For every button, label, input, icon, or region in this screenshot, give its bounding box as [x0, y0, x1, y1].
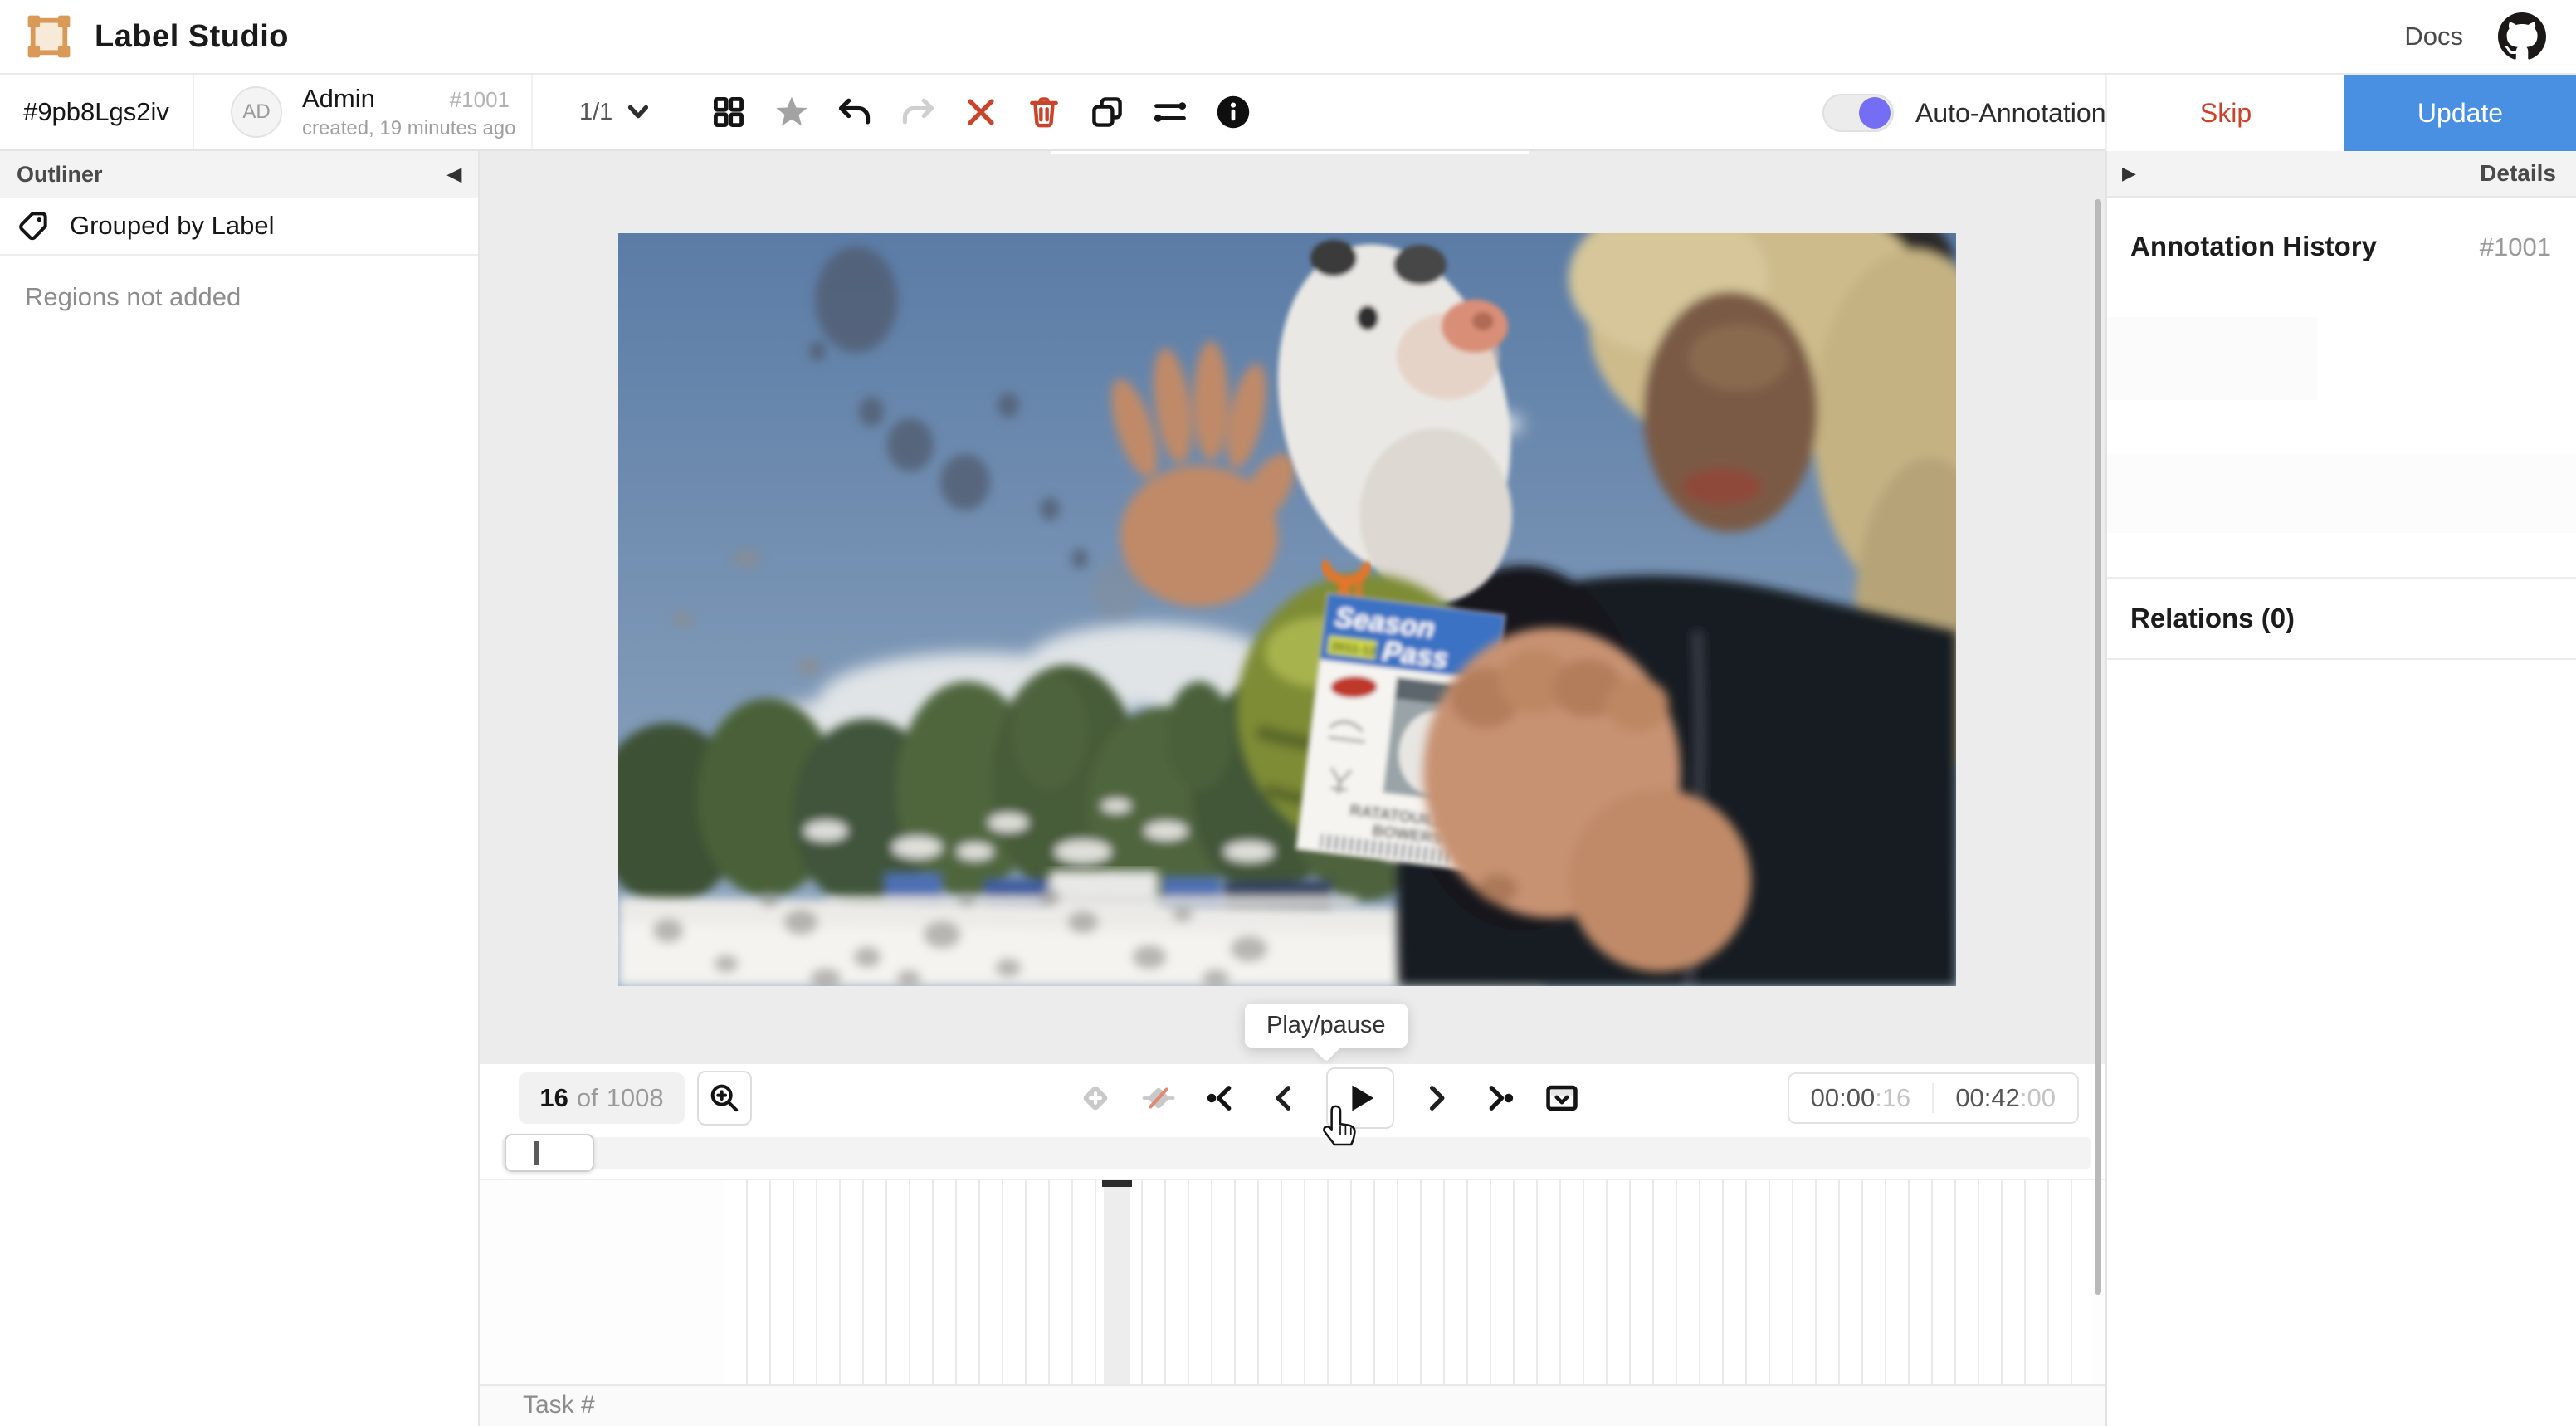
chevron-down-icon — [624, 98, 652, 126]
annotation-pager[interactable]: 1/1 — [533, 75, 681, 149]
video-frame[interactable]: Season 2011-12 Pass RATATOUILLE BOWERS — [618, 233, 1956, 986]
outliner-title: Outliner — [17, 162, 103, 188]
relations-title: Relations (0) — [2130, 603, 2295, 634]
previous-keyframe-button[interactable] — [1200, 1073, 1243, 1123]
zoom-in-icon — [708, 1082, 741, 1115]
frame-total: 1008 — [607, 1083, 664, 1113]
outliner-panel: Outliner ◀ Grouped by Label Regions not … — [0, 151, 480, 1426]
collapse-timeline-button[interactable] — [1540, 1073, 1583, 1123]
seekbar-window[interactable] — [505, 1134, 594, 1172]
info-button[interactable] — [1208, 87, 1258, 137]
timeline-grid[interactable] — [480, 1179, 2105, 1384]
reject-button[interactable] — [956, 87, 1006, 137]
annotation-id: #1001 — [450, 87, 510, 113]
avatar: AD — [231, 86, 282, 138]
toggle-knob — [1859, 97, 1891, 129]
skip-button[interactable]: Skip — [2105, 75, 2344, 151]
zoom-in-button[interactable] — [697, 1071, 752, 1126]
annotation-history-title: Annotation History — [2130, 231, 2377, 262]
duplicate-button[interactable] — [1082, 87, 1132, 137]
next-keyframe-button[interactable] — [1477, 1073, 1520, 1123]
grouped-by-label-selector[interactable]: Grouped by Label — [0, 198, 478, 256]
add-keyframe-button[interactable] — [1074, 1073, 1117, 1123]
annotation-created: created, 19 minutes ago — [302, 117, 510, 140]
label-studio-app: Label Studio Docs #9pb8Lgs2iv AD Admin #… — [0, 0, 2576, 1426]
seekbar-track[interactable] — [502, 1137, 2091, 1169]
vertical-scrollbar[interactable] — [2095, 199, 2101, 1295]
delete-button[interactable] — [1019, 87, 1069, 137]
next-frame-button[interactable] — [1414, 1073, 1457, 1123]
timeline-task-row: Task # — [480, 1384, 2105, 1426]
previous-frame-button[interactable] — [1263, 1073, 1306, 1123]
star-button[interactable] — [767, 87, 817, 137]
details-title: Details — [2480, 160, 2556, 187]
collapse-left-icon[interactable]: ◀ — [447, 164, 461, 185]
settings-button[interactable] — [1145, 87, 1195, 137]
history-placeholder — [2107, 317, 2317, 400]
frame-separator: of — [577, 1083, 598, 1113]
grid-view-button[interactable] — [704, 87, 754, 137]
play-pause-button[interactable] — [1326, 1067, 1394, 1129]
app-header: Label Studio Docs — [0, 0, 2576, 75]
details-panel: ▶ Details Annotation History #1001 Relat… — [2105, 151, 2576, 1426]
grouped-by-label-text: Grouped by Label — [70, 211, 274, 241]
relations-section[interactable]: Relations (0) — [2107, 577, 2576, 660]
tag-icon — [17, 208, 51, 243]
auto-annotation-label: Auto-Annotation — [1915, 98, 2106, 129]
timeline-frame-columns[interactable] — [724, 1180, 2091, 1384]
update-button[interactable]: Update — [2344, 75, 2576, 151]
undo-button[interactable] — [830, 87, 880, 137]
history-placeholder — [2107, 454, 2576, 533]
annotator-info[interactable]: AD Admin #1001 created, 19 minutes ago — [194, 75, 533, 149]
remove-keyframe-button[interactable] — [1137, 1073, 1180, 1123]
frame-counter[interactable]: 16 of 1008 — [519, 1072, 685, 1124]
pager-count: 1/1 — [579, 99, 612, 126]
expand-right-icon[interactable]: ▶ — [2122, 163, 2136, 184]
redo-button[interactable] — [893, 87, 943, 137]
total-time: 00:42:00 — [1932, 1083, 2077, 1113]
task-label: Task # — [523, 1391, 595, 1419]
frame-current: 16 — [539, 1083, 568, 1113]
annotation-toolbar: #9pb8Lgs2iv AD Admin #1001 created, 19 m… — [0, 75, 2576, 151]
label-studio-logo-icon[interactable] — [25, 12, 73, 61]
main-workspace: Season 2011-12 Pass RATATOUILLE BOWERS — [480, 151, 2105, 1426]
player-panel: 16 of 1008 — [480, 1064, 2105, 1426]
annotation-history-id: #1001 — [2480, 232, 2551, 262]
annotator-name: Admin — [302, 84, 375, 114]
regions-empty-message: Regions not added — [0, 256, 478, 339]
auto-annotation-toggle[interactable] — [1822, 94, 1894, 132]
play-icon — [1341, 1079, 1379, 1117]
seekbar-position-handle[interactable] — [534, 1141, 539, 1165]
play-pause-tooltip: Play/pause — [1245, 1004, 1408, 1048]
current-time[interactable]: 00:00:16 — [1789, 1083, 1933, 1113]
time-display: 00:00:16 00:42:00 — [1788, 1072, 2079, 1124]
docs-link[interactable]: Docs — [2404, 22, 2463, 51]
app-title: Label Studio — [95, 19, 289, 55]
task-id[interactable]: #9pb8Lgs2iv — [0, 75, 194, 149]
github-icon[interactable] — [2498, 12, 2546, 61]
timeline-playhead[interactable] — [1104, 1180, 1130, 1384]
